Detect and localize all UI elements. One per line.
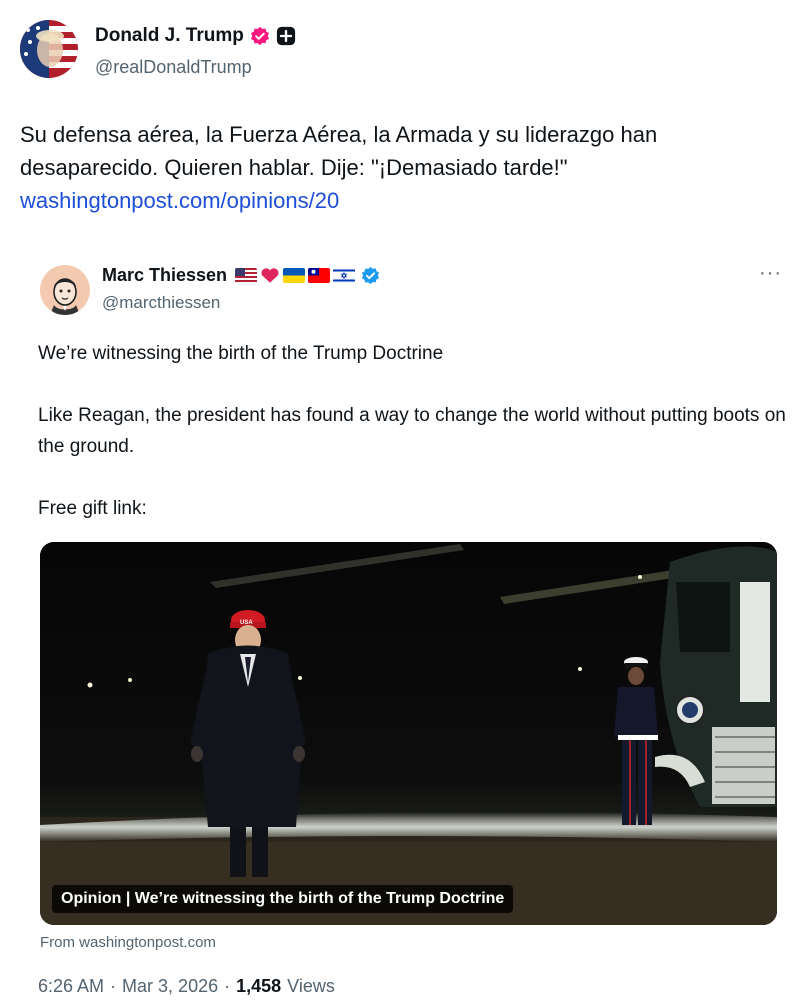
quote-paragraph: We’re witnessing the birth of the Trump … <box>38 343 444 364</box>
meta-separator: · <box>224 976 231 996</box>
ukraine-flag-icon <box>283 268 306 283</box>
taiwan-flag-icon <box>308 268 331 283</box>
tweet-link[interactable]: washingtonpost.com/opinions/20 <box>20 184 790 217</box>
link-source[interactable]: From washingtonpost.com <box>40 934 216 951</box>
us-flag-icon <box>235 268 258 283</box>
night-scene-photo: USA <box>40 542 777 925</box>
views-label: Views <box>287 976 335 996</box>
quote-paragraph: Like Reagan, the president has found a w… <box>38 405 786 457</box>
flag-emojis <box>235 267 356 284</box>
views-count: 1,458 <box>236 976 282 996</box>
meta-separator: · <box>110 976 117 996</box>
verified-badge-icon <box>250 26 269 46</box>
tweet-meta: 6:26 AM · Mar 3, 2026 · 1,458 Views <box>38 976 335 997</box>
affiliate-badge-icon <box>276 26 295 46</box>
link-card-image[interactable]: USA Opinion | We’re witnessing the birth… <box>40 542 777 925</box>
quoted-tweet[interactable]: Marc Thiessen @marcthiessen ··· We’re wi… <box>20 248 790 951</box>
quote-author-handle[interactable]: @marcthiessen <box>102 293 220 313</box>
author-display-name[interactable]: Donald J. Trump <box>95 25 244 47</box>
tweet-time[interactable]: 6:26 AM <box>38 976 104 997</box>
quote-body: We’re witnessing the birth of the Trump … <box>38 338 788 524</box>
author-handle[interactable]: @realDonaldTrump <box>95 57 252 78</box>
more-options-icon[interactable]: ··· <box>759 262 782 285</box>
quote-author-display-name[interactable]: Marc Thiessen <box>102 265 227 286</box>
israel-flag-icon <box>333 268 356 283</box>
tweet-body: Su defensa aérea, la Fuerza Aérea, la Ar… <box>20 118 790 217</box>
quote-verified-badge-icon <box>362 266 380 285</box>
link-card-caption: Opinion | We’re witnessing the birth of … <box>52 885 514 913</box>
red-heart-icon <box>261 268 279 283</box>
tweet-post: Donald J. Trump @realDonaldTrump Su defe… <box>0 0 800 1002</box>
tweet-text: Su defensa aérea, la Fuerza Aérea, la Ar… <box>20 122 658 180</box>
tweet-date[interactable]: Mar 3, 2026 <box>122 976 218 997</box>
quote-paragraph: Free gift link: <box>38 498 147 519</box>
quote-author-avatar[interactable] <box>40 265 90 315</box>
author-avatar[interactable] <box>20 20 78 78</box>
